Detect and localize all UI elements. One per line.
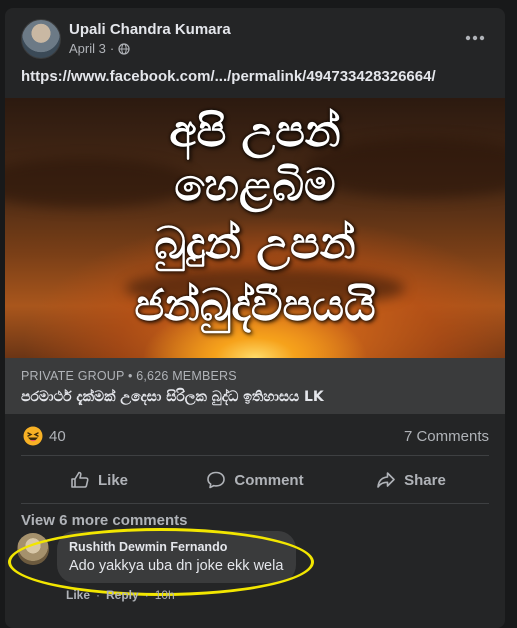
post-meta: April 3 · <box>69 41 130 56</box>
share-button[interactable]: Share <box>333 460 489 500</box>
post-header: Upali Chandra Kumara April 3 · <box>5 8 505 66</box>
share-label: Share <box>404 471 446 489</box>
comment-label: Comment <box>234 471 304 489</box>
dot-separator: · <box>96 588 101 602</box>
shared-image[interactable]: අපි උපන් හෙළබිම බුදුන් උපන් ජන්බුද්වීපයය… <box>5 98 505 358</box>
image-text-line-2: හෙළබිම <box>174 160 336 211</box>
group-title[interactable]: පරමාර්ථ දැක්මක් උදෙසා සිරිලක බුද්ධ ඉතිහා… <box>21 389 324 405</box>
more-options-button[interactable] <box>461 24 489 52</box>
comment-icon <box>207 471 226 489</box>
like-button[interactable]: Like <box>21 460 177 500</box>
comment-actions: Like · Reply · 10h <box>66 588 175 602</box>
author-avatar[interactable] <box>21 19 61 59</box>
divider-bottom <box>21 503 489 504</box>
view-more-comments[interactable]: View 6 more comments <box>21 512 187 529</box>
comment-button[interactable]: Comment <box>177 460 333 500</box>
image-text-line-3: බුදුන් උපන් <box>154 218 356 269</box>
image-text-line-1: අපි උපන් <box>169 106 341 157</box>
post-date[interactable]: April 3 <box>69 41 106 56</box>
comment-time[interactable]: 10h <box>155 588 175 602</box>
image-text-line-4: ජන්බුද්වීපයයි <box>134 280 376 331</box>
post-stats: 40 7 Comments <box>5 424 505 450</box>
dot-separator: · <box>109 41 115 56</box>
like-label: Like <box>97 471 128 489</box>
yellow-highlight-annotation <box>8 528 314 596</box>
comments-count[interactable]: 7 Comments <box>404 428 489 445</box>
comment-reply-link[interactable]: Reply <box>106 588 139 602</box>
divider-top <box>21 455 489 456</box>
author-name[interactable]: Upali Chandra Kumara <box>69 21 231 38</box>
post-actions: Like Comment Share <box>21 460 489 500</box>
shared-group-info[interactable]: PRIVATE GROUP • 6,626 MEMBERS පරමාර්ථ දැ… <box>5 358 505 414</box>
post-link-text[interactable]: https://www.facebook.com/.../permalink/4… <box>21 68 436 85</box>
thumbs-up-icon <box>71 471 89 488</box>
more-horizontal-icon <box>465 35 485 41</box>
reaction-count[interactable]: 40 <box>49 428 66 445</box>
dot-separator: · <box>144 588 149 602</box>
group-subtitle: PRIVATE GROUP • 6,626 MEMBERS <box>21 369 237 383</box>
comment-like-link[interactable]: Like <box>66 588 90 602</box>
haha-reaction-icon[interactable] <box>23 426 43 446</box>
share-arrow-icon <box>377 472 395 488</box>
globe-icon <box>118 42 130 55</box>
